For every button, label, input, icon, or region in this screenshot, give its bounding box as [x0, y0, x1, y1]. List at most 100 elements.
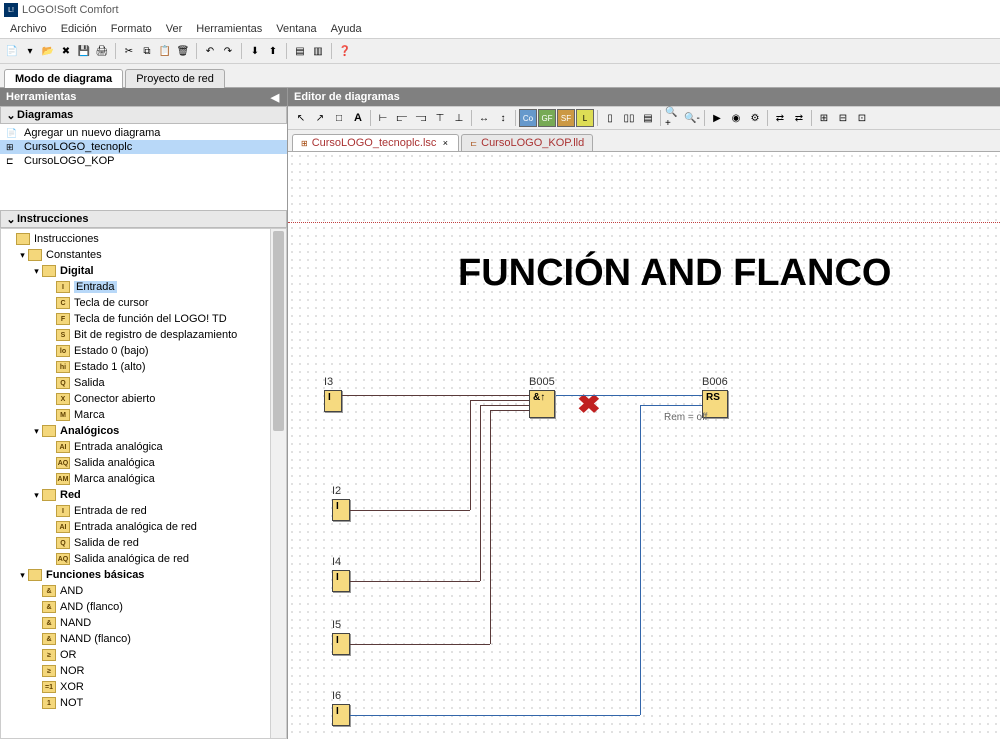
- block-body[interactable]: I: [324, 390, 342, 412]
- tree-leaf-and-flanco[interactable]: &AND (flanco): [3, 599, 270, 615]
- tree-leaf-tecla-cursor[interactable]: CTecla de cursor: [3, 295, 270, 311]
- expand-icon[interactable]: ⌄: [5, 213, 17, 226]
- tree-leaf-conector[interactable]: XConector abierto: [3, 391, 270, 407]
- wire[interactable]: [350, 510, 470, 511]
- copy-icon[interactable]: ⧉: [139, 43, 155, 59]
- wire[interactable]: [556, 395, 702, 396]
- tree-node-analogicos[interactable]: ▾Analógicos: [3, 423, 270, 439]
- wire[interactable]: [480, 405, 481, 581]
- distribute-h-icon[interactable]: ↔: [475, 109, 493, 127]
- menu-ventana[interactable]: Ventana: [270, 22, 322, 36]
- tree-leaf-entrada-red[interactable]: IEntrada de red: [3, 503, 270, 519]
- menu-ayuda[interactable]: Ayuda: [325, 22, 368, 36]
- tree-leaf-marca-analog[interactable]: AMMarca analógica: [3, 471, 270, 487]
- block-b005-and-edge[interactable]: B005 &↑: [529, 390, 555, 418]
- block-i2[interactable]: I2 I: [332, 499, 350, 521]
- zoom-out-icon[interactable]: 🔍-: [683, 109, 701, 127]
- zoom-in-icon[interactable]: 🔍+: [664, 109, 682, 127]
- block-i6[interactable]: I6 I: [332, 704, 350, 726]
- align-left-icon[interactable]: ⫍: [393, 109, 411, 127]
- page-layout-2-icon[interactable]: ▯▯: [620, 109, 638, 127]
- wire[interactable]: [470, 400, 471, 510]
- new-icon[interactable]: 📄: [4, 43, 20, 59]
- wire[interactable]: [640, 405, 641, 715]
- undo-icon[interactable]: ↶: [202, 43, 218, 59]
- save-icon[interactable]: 💾: [76, 43, 92, 59]
- tree-leaf-estado0[interactable]: loEstado 0 (bajo): [3, 343, 270, 359]
- block-name-icon[interactable]: □: [330, 109, 348, 127]
- constants-palette-icon[interactable]: Co: [519, 109, 537, 127]
- help-icon[interactable]: ❓: [337, 43, 353, 59]
- tree-leaf-entrada[interactable]: IEntrada: [3, 279, 270, 295]
- menu-formato[interactable]: Formato: [105, 22, 158, 36]
- tree-leaf-salida-analog[interactable]: AQSalida analógica: [3, 455, 270, 471]
- diagram-item-tecnoplc[interactable]: ⊞ CursoLOGO_tecnoplc: [0, 140, 287, 154]
- text-icon[interactable]: A: [349, 109, 367, 127]
- cut-icon[interactable]: ✂: [121, 43, 137, 59]
- tree-leaf-nand[interactable]: &NAND: [3, 615, 270, 631]
- transfer-down-icon[interactable]: ⬇: [247, 43, 263, 59]
- page-layout-1-icon[interactable]: ▯: [601, 109, 619, 127]
- close-icon[interactable]: ✖: [58, 43, 74, 59]
- tree-leaf-not[interactable]: 1NOT: [3, 695, 270, 711]
- param-icon[interactable]: ⚙: [746, 109, 764, 127]
- tree-leaf-salida-analog-red[interactable]: AQSalida analógica de red: [3, 551, 270, 567]
- block-body[interactable]: I: [332, 570, 350, 592]
- tree-leaf-nor[interactable]: ≥NOR: [3, 663, 270, 679]
- block-i4[interactable]: I4 I: [332, 570, 350, 592]
- transfer-up-icon[interactable]: ⬆: [265, 43, 281, 59]
- menu-herramientas[interactable]: Herramientas: [190, 22, 268, 36]
- page-layout-3-icon[interactable]: ▤: [639, 109, 657, 127]
- tree-node-digital[interactable]: ▾Digital: [3, 263, 270, 279]
- special-functions-palette-icon[interactable]: SF: [557, 109, 575, 127]
- tree-leaf-nand-flanco[interactable]: &NAND (flanco): [3, 631, 270, 647]
- autoalign-icon[interactable]: ⊟: [834, 109, 852, 127]
- simulate-icon[interactable]: ▤: [292, 43, 308, 59]
- wire[interactable]: [490, 410, 491, 644]
- tree-leaf-salida[interactable]: QSalida: [3, 375, 270, 391]
- grid-icon[interactable]: ⊡: [853, 109, 871, 127]
- add-new-diagram[interactable]: 📄 Agregar un nuevo diagrama: [0, 126, 287, 140]
- instruction-tree[interactable]: Instrucciones ▾Constantes ▾Digital IEntr…: [0, 228, 287, 739]
- tree-leaf-marca[interactable]: MMarca: [3, 407, 270, 423]
- instructions-section-header[interactable]: ⌄ Instrucciones: [0, 210, 287, 228]
- online-test-icon[interactable]: ▥: [310, 43, 326, 59]
- wire[interactable]: [480, 405, 529, 406]
- tree-leaf-entrada-analog-red[interactable]: AIEntrada analógica de red: [3, 519, 270, 535]
- print-icon[interactable]: 🖨: [94, 43, 110, 59]
- cleanup-icon[interactable]: ⊞: [815, 109, 833, 127]
- scrollbar-thumb[interactable]: [273, 231, 284, 431]
- block-body[interactable]: I: [332, 704, 350, 726]
- new-dropdown-icon[interactable]: ▾: [22, 43, 38, 59]
- align-top-icon[interactable]: ⊤: [431, 109, 449, 127]
- distribute-v-icon[interactable]: ↕: [494, 109, 512, 127]
- paste-icon[interactable]: 📋: [157, 43, 173, 59]
- wire[interactable]: [350, 715, 640, 716]
- tree-leaf-tecla-funcion[interactable]: FTecla de función del LOGO! TD: [3, 311, 270, 327]
- pointer-icon[interactable]: ↖: [292, 109, 310, 127]
- tree-leaf-bit-registro[interactable]: SBit de registro de desplazamiento: [3, 327, 270, 343]
- menu-edicion[interactable]: Edición: [55, 22, 103, 36]
- tree-scrollbar[interactable]: [270, 229, 286, 738]
- tree-leaf-xor[interactable]: =1XOR: [3, 679, 270, 695]
- simulate-icon[interactable]: ▶: [708, 109, 726, 127]
- connect-icon[interactable]: ↗: [311, 109, 329, 127]
- convert-icon[interactable]: ⇄: [771, 109, 789, 127]
- wire[interactable]: [640, 405, 702, 406]
- delete-icon[interactable]: 🗑: [175, 43, 191, 59]
- block-body[interactable]: &↑: [529, 390, 555, 418]
- convert2-icon[interactable]: ⇄: [790, 109, 808, 127]
- wire[interactable]: [490, 410, 529, 411]
- close-tab-icon[interactable]: ×: [440, 138, 450, 148]
- align-right-icon[interactable]: ⫎: [412, 109, 430, 127]
- data-log-palette-icon[interactable]: L: [576, 109, 594, 127]
- wire[interactable]: [342, 395, 529, 396]
- wire[interactable]: [350, 581, 480, 582]
- menu-archivo[interactable]: Archivo: [4, 22, 53, 36]
- diagram-canvas[interactable]: FUNCIÓN AND FLANCO I3 I I2 I I4 I: [288, 152, 1000, 739]
- diagrams-section-header[interactable]: ⌄ Diagramas: [0, 106, 287, 124]
- wire[interactable]: [470, 400, 529, 401]
- online-icon[interactable]: ◉: [727, 109, 745, 127]
- file-tab-kop[interactable]: ⊏ CursoLOGO_KOP.lld: [461, 134, 593, 151]
- block-body[interactable]: I: [332, 633, 350, 655]
